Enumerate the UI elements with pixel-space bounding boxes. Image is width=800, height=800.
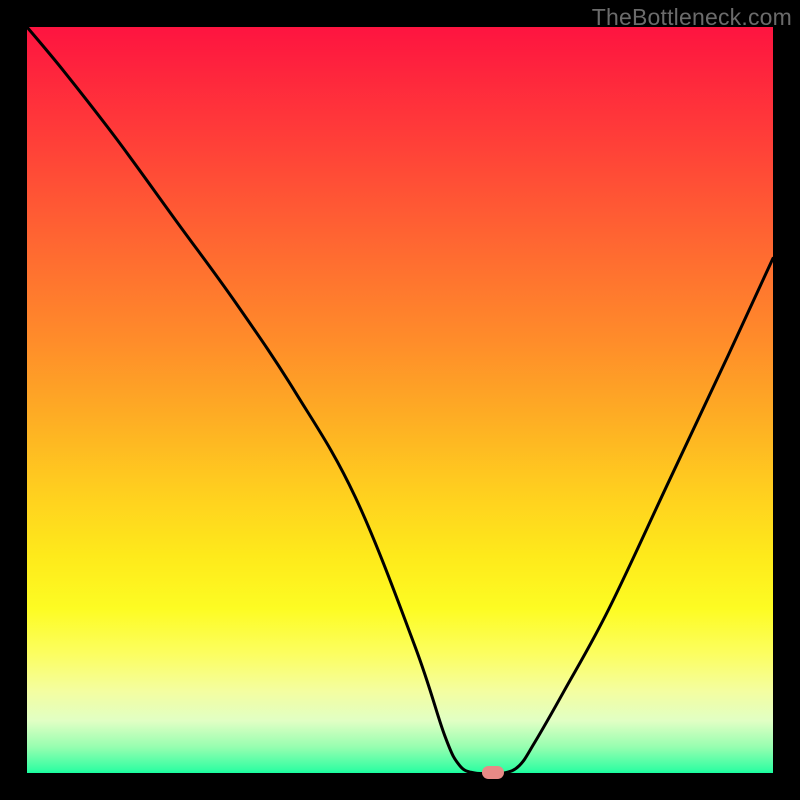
watermark-text: TheBottleneck.com	[592, 4, 792, 31]
plot-area	[27, 27, 773, 773]
chart-container: TheBottleneck.com	[0, 0, 800, 800]
optimal-marker	[482, 766, 504, 779]
bottleneck-curve	[27, 27, 773, 773]
